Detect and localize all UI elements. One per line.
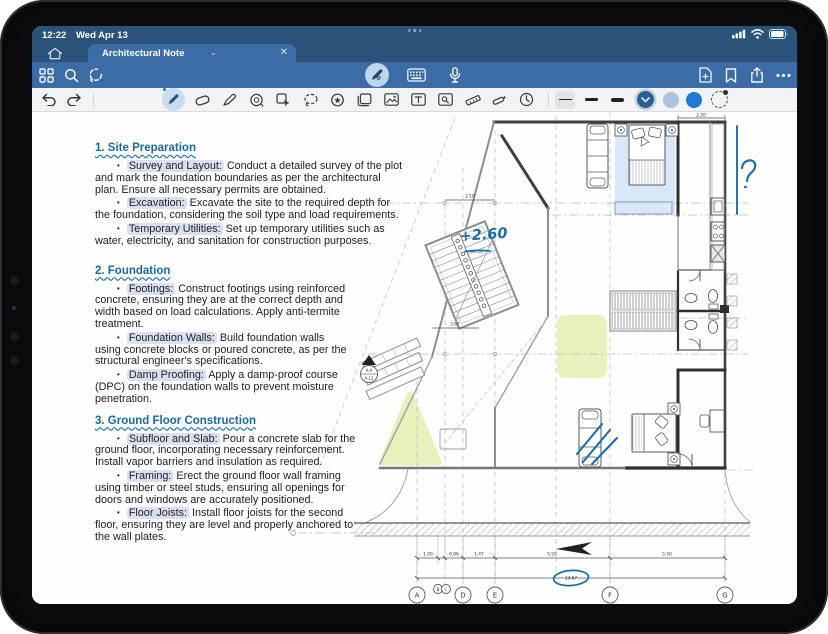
shapes-tool-icon[interactable] [247, 90, 266, 109]
note-item: Temporary Utilities: Set up temporary ut… [95, 224, 405, 248]
ipad-frame: 12:22 Wed Apr 13 Architectural Note ⌄ ✕ [0, 0, 828, 634]
note-item: Floor Joists: Install floor joists for t… [95, 508, 363, 543]
wifi-icon [751, 29, 764, 39]
multitask-dots [408, 29, 422, 32]
cellular-signal-icon [732, 29, 746, 39]
lasso-icon[interactable] [86, 65, 106, 85]
add-page-icon[interactable] [695, 65, 715, 85]
image-tool-icon[interactable] [382, 90, 401, 109]
svg-text:D: D [460, 592, 465, 600]
thickness-thick[interactable] [607, 91, 627, 109]
note-item: Survey and Layout: Conduct a detailed su… [95, 161, 405, 196]
note-heading-1: 1. Site Preparation [95, 142, 405, 154]
furniture [579, 124, 737, 468]
microphone-icon[interactable] [445, 65, 465, 85]
handwritten-ink: +2.60 +0.00 [459, 126, 755, 587]
stickers-tool-icon[interactable] [328, 90, 347, 109]
bookmark-icon[interactable] [721, 65, 741, 85]
status-bar: 12:22 Wed Apr 13 [32, 26, 797, 44]
redo-icon[interactable] [64, 90, 83, 109]
close-tab-icon[interactable]: ✕ [280, 47, 288, 58]
color-wheel-icon[interactable] [711, 91, 728, 108]
tab-title: Architectural Note [102, 48, 184, 59]
undo-icon[interactable] [39, 90, 58, 109]
more-icon[interactable] [773, 65, 793, 85]
thumbnails-grid-icon[interactable] [36, 65, 56, 85]
screen: 12:22 Wed Apr 13 Architectural Note ⌄ ✕ [32, 26, 797, 604]
pen-mode-icon[interactable] [365, 63, 389, 87]
smart-pen-tool-icon[interactable] [490, 90, 509, 109]
note-section-3: 3. Ground Floor Construction Subfloor an… [95, 415, 363, 544]
svg-text:1.47: 1.47 [474, 552, 484, 558]
note-item: Subfloor and Slab: Pour a concrete slab … [95, 434, 363, 469]
front-camera [10, 276, 19, 285]
svg-text:1.00: 1.00 [423, 552, 433, 558]
note-item: Excavation: Excavate the site to the req… [95, 198, 405, 222]
note-item: Framing: Erect the ground floor wall fra… [95, 471, 363, 506]
battery-icon [769, 29, 789, 39]
color-pale-blue[interactable] [663, 92, 679, 108]
text-tool-icon[interactable] [409, 90, 428, 109]
note-section-2: 2. Foundation Footings: Construct footin… [95, 265, 351, 406]
timer-tool-icon[interactable] [517, 90, 536, 109]
notes-text: 1. Site Preparation Survey and Layout: C… [95, 142, 405, 546]
svg-text:C: C [445, 587, 448, 592]
lasso-tool-icon[interactable] [301, 90, 320, 109]
note-section-1: 1. Site Preparation Survey and Layout: C… [95, 142, 405, 248]
svg-text:F: F [608, 592, 612, 600]
svg-text:14.67: 14.67 [565, 576, 578, 582]
scan-tool-icon[interactable] [436, 90, 455, 109]
svg-text:G: G [722, 592, 727, 600]
clock-date: Wed Apr 13 [76, 30, 128, 41]
pages-tool-icon[interactable] [355, 90, 374, 109]
note-item: Footings: Construct footings using reinf… [95, 284, 351, 331]
keyboard-icon[interactable] [407, 65, 427, 85]
svg-text:0.86: 0.86 [449, 552, 459, 558]
color-bright-blue[interactable] [686, 92, 702, 108]
sensor-dot [12, 306, 16, 310]
note-item: Damp Proofing: Apply a damp-proof course… [95, 370, 351, 405]
tab-architectural-note[interactable]: Architectural Note ⌄ ✕ [88, 44, 296, 62]
ink-question-mark [742, 160, 755, 188]
svg-text:5.50: 5.50 [547, 552, 557, 558]
note-heading-2: 2. Foundation [95, 265, 351, 277]
svg-text:2.10: 2.10 [465, 194, 475, 200]
home-icon[interactable] [44, 46, 66, 61]
clock-time: 12:22 [42, 30, 66, 41]
main-toolbar [32, 62, 797, 88]
note-item: Foundation Walls: Build foundation walls… [95, 333, 351, 368]
highlighter-tool-icon[interactable] [220, 90, 239, 109]
thickness-thin[interactable] [555, 91, 575, 109]
chevron-down-icon[interactable]: ⌄ [210, 48, 217, 57]
select-tool-icon[interactable] [274, 90, 293, 109]
tool-bar [32, 88, 797, 112]
svg-text:A: A [415, 592, 420, 600]
svg-text:B: B [437, 587, 440, 592]
note-page-canvas[interactable]: A-A A-12 [32, 112, 797, 604]
note-heading-3: 3. Ground Floor Construction [95, 415, 363, 427]
eraser-tool-icon[interactable] [193, 90, 212, 109]
tab-bar: Architectural Note ⌄ ✕ [32, 44, 797, 62]
svg-text:3.67: 3.67 [450, 322, 460, 328]
sensor-dot3 [10, 356, 19, 365]
ink-elevation: +2.60 [459, 226, 508, 245]
thickness-medium[interactable] [581, 91, 601, 109]
sensor-dot2 [10, 332, 19, 341]
grid-bubbles: A B C D E F G [409, 585, 733, 604]
search-icon[interactable] [61, 65, 81, 85]
share-icon[interactable] [747, 65, 767, 85]
color-navy-selected[interactable] [637, 91, 654, 108]
svg-text:E: E [493, 592, 497, 600]
pen-tool-icon[interactable] [162, 88, 185, 111]
svg-text:5.50: 5.50 [662, 552, 672, 558]
ground-hatch [354, 523, 750, 555]
svg-text:2.20: 2.20 [696, 113, 706, 119]
ruler-tool-icon[interactable] [463, 90, 482, 109]
